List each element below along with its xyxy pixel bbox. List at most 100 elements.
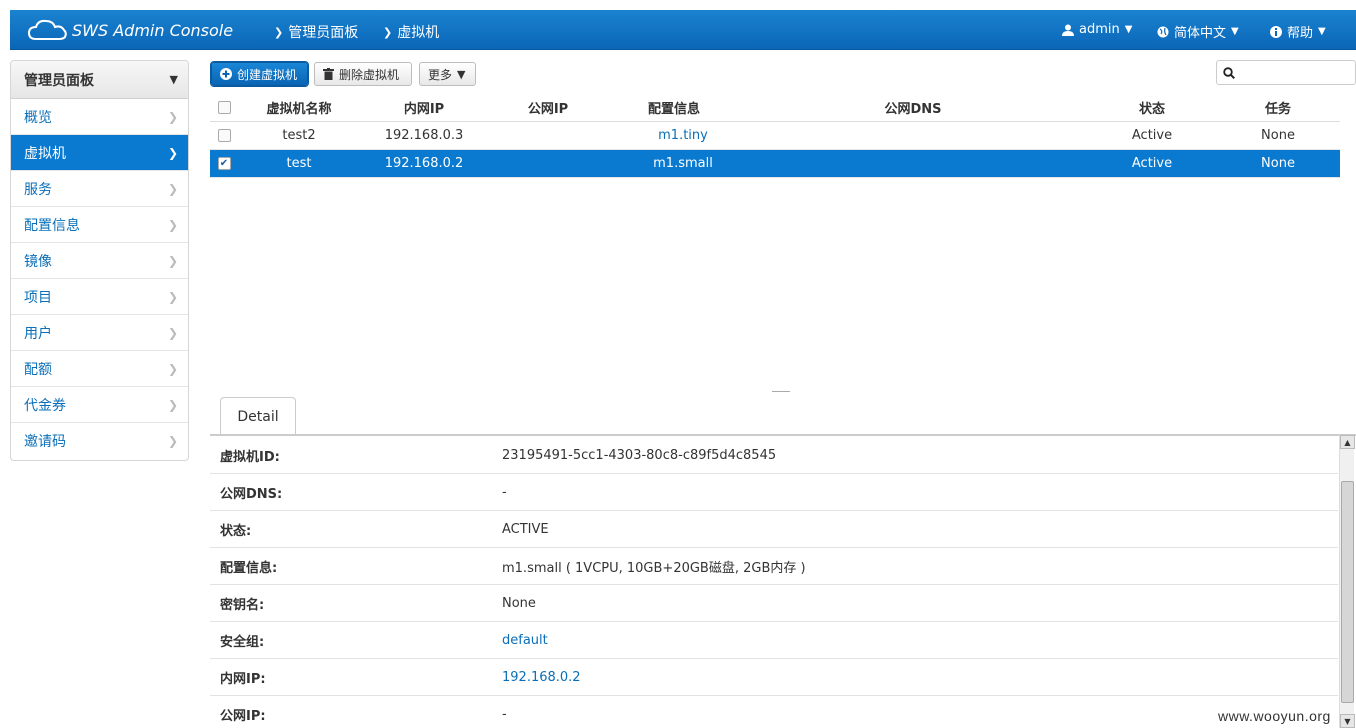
row-checkbox[interactable]: ✔ — [210, 150, 238, 177]
cell-status: Active — [1131, 128, 1173, 143]
create-vm-button[interactable]: 创建虚拟机 — [211, 62, 308, 86]
chevron-right-icon: ❯ — [167, 181, 178, 196]
cell-name: test2 — [282, 128, 316, 143]
column-header-task[interactable]: 任务 — [1220, 94, 1336, 121]
help-label: 帮助 — [1287, 26, 1314, 41]
cell-task: None — [1261, 156, 1295, 171]
column-header-public-ip[interactable]: 公网IP — [490, 94, 606, 121]
sidebar-item-invite-codes[interactable]: 邀请码 ❯ — [11, 423, 188, 459]
detail-scrollbar[interactable]: ▲ ▼ — [1339, 435, 1355, 728]
help-menu[interactable]: 帮助 ▼ — [1270, 22, 1326, 41]
plus-circle-icon — [220, 68, 232, 80]
detail-label: 状态: — [220, 523, 252, 539]
cell-private-ip: 192.168.0.3 — [384, 128, 464, 143]
scroll-down-icon[interactable]: ▼ — [1340, 714, 1355, 728]
detail-value: - — [502, 484, 507, 500]
cell-flavor-link[interactable]: m1.tiny — [610, 122, 756, 149]
breadcrumb-admin-panel[interactable]: ❯ 管理员面板 — [274, 22, 358, 42]
detail-value: None — [502, 595, 536, 611]
delete-vm-label: 删除虚拟机 — [339, 67, 400, 82]
row-checkbox[interactable] — [210, 122, 238, 149]
more-dropdown-button[interactable]: 更多 ▼ — [419, 62, 476, 86]
cloud-icon — [28, 19, 67, 40]
chevron-right-icon: ❯ — [167, 397, 178, 412]
cell-task: None — [1261, 128, 1295, 143]
sidebar-item-vm[interactable]: 虚拟机 ❯ — [11, 135, 188, 171]
detail-label: 虚拟机ID: — [220, 449, 280, 465]
language-label: 简体中文 — [1174, 26, 1227, 41]
detail-label: 内网IP: — [220, 671, 266, 687]
language-menu[interactable]: 简体中文 ▼ — [1157, 22, 1239, 41]
search-input[interactable] — [1216, 60, 1356, 85]
panel-resize-handle[interactable] — [772, 391, 790, 392]
detail-label: 密钥名: — [220, 597, 265, 613]
sidebar-item-label: 配额 — [24, 361, 52, 378]
sidebar-item-projects[interactable]: 项目 ❯ — [11, 279, 188, 315]
detail-value: ACTIVE — [502, 521, 549, 537]
detail-label: 公网DNS: — [220, 486, 283, 502]
sidebar-header[interactable]: 管理员面板 ▼ — [11, 61, 188, 99]
detail-value: m1.small ( 1VCPU, 10GB+20GB磁盘, 2GB内存 ) — [502, 560, 806, 576]
cell-flavor-link[interactable]: m1.small — [610, 150, 756, 177]
chevron-right-icon: ❯ — [167, 434, 178, 448]
breadcrumb-label: 虚拟机 — [397, 25, 440, 41]
sidebar-item-label: 虚拟机 — [24, 145, 66, 162]
scroll-up-icon[interactable]: ▲ — [1340, 435, 1355, 449]
trash-icon — [323, 68, 334, 80]
delete-vm-button[interactable]: 删除虚拟机 — [314, 62, 412, 86]
chevron-down-icon: ▼ — [1231, 26, 1239, 37]
sidebar-item-users[interactable]: 用户 ❯ — [11, 315, 188, 351]
sidebar-item-label: 项目 — [24, 289, 52, 306]
detail-value: - — [502, 706, 507, 722]
user-menu[interactable]: admin ▼ — [1062, 22, 1132, 37]
chevron-right-icon: ❯ — [167, 325, 178, 340]
checkmark-icon: ✔ — [217, 157, 231, 170]
security-group-link[interactable]: default — [502, 622, 548, 658]
cell-private-ip: 192.168.0.2 — [384, 156, 464, 171]
sidebar-item-quotas[interactable]: 配额 ❯ — [11, 351, 188, 387]
table-row[interactable]: test2 192.168.0.3 m1.tiny Active None — [210, 122, 1340, 150]
sidebar-item-services[interactable]: 服务 ❯ — [11, 171, 188, 207]
column-header-public-dns[interactable]: 公网DNS — [750, 94, 1076, 121]
column-header-flavor[interactable]: 配置信息 — [610, 94, 738, 121]
column-header-private-ip[interactable]: 内网IP — [370, 94, 478, 121]
column-header-name[interactable]: 虚拟机名称 — [242, 94, 356, 121]
cell-public-dns — [750, 150, 1076, 177]
cell-name: test — [286, 156, 312, 171]
detail-row-public-ip: 公网IP: - — [210, 696, 1338, 728]
tab-divider — [210, 434, 1356, 436]
detail-label: 配置信息: — [220, 560, 278, 576]
cell-public-ip — [490, 150, 606, 177]
vm-table: 虚拟机名称 内网IP 公网IP 配置信息 公网DNS 状态 任务 test2 1… — [210, 94, 1340, 178]
sidebar-title: 管理员面板 — [24, 72, 94, 89]
sidebar-item-label: 镜像 — [24, 253, 52, 270]
chevron-down-icon: ▼ — [169, 73, 178, 86]
detail-row-flavor: 配置信息: m1.small ( 1VCPU, 10GB+20GB磁盘, 2GB… — [210, 548, 1338, 585]
sidebar-item-overview[interactable]: 概览 ❯ — [11, 99, 188, 135]
globe-icon — [1157, 26, 1169, 37]
detail-row-keypair: 密钥名: None — [210, 585, 1338, 622]
detail-row-public-dns: 公网DNS: - — [210, 474, 1338, 511]
watermark: www.wooyun.org — [1218, 708, 1331, 724]
select-all-checkbox[interactable] — [210, 94, 238, 121]
brand[interactable]: SWS Admin Console — [28, 16, 233, 44]
column-header-status[interactable]: 状态 — [1100, 94, 1204, 121]
sidebar-item-images[interactable]: 镜像 ❯ — [11, 243, 188, 279]
breadcrumb-vm[interactable]: ❯ 虚拟机 — [383, 22, 439, 42]
chevron-right-icon: ❯ — [167, 361, 178, 376]
scroll-thumb[interactable] — [1341, 481, 1354, 703]
detail-value: 23195491-5cc1-4303-80c8-c89f5d4c8545 — [502, 447, 777, 463]
table-row-selected[interactable]: ✔ test 192.168.0.2 m1.small Active None — [210, 150, 1340, 178]
tab-detail[interactable]: Detail — [220, 397, 296, 435]
cell-public-dns — [750, 122, 1076, 149]
sidebar-item-label: 服务 — [24, 181, 52, 198]
checkbox-icon — [217, 129, 231, 142]
sidebar: 管理员面板 ▼ 概览 ❯ 虚拟机 ❯ 服务 ❯ 配置信息 ❯ 镜像 ❯ 项目 ❯… — [10, 60, 189, 461]
chevron-down-icon: ▼ — [1318, 26, 1326, 37]
chevron-right-icon: ❯ — [383, 25, 393, 39]
sidebar-item-vouchers[interactable]: 代金券 ❯ — [11, 387, 188, 423]
tab-label: Detail — [237, 408, 279, 425]
sidebar-item-label: 配置信息 — [24, 217, 80, 234]
private-ip-link[interactable]: 192.168.0.2 — [502, 659, 581, 695]
sidebar-item-flavors[interactable]: 配置信息 ❯ — [11, 207, 188, 243]
